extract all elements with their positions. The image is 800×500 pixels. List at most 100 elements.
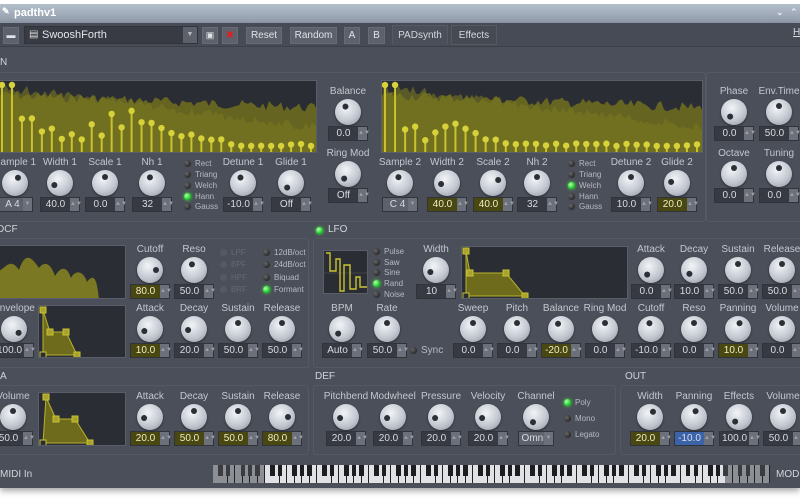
- piano-key-black[interactable]: [604, 465, 609, 476]
- sample2-harmonics-display[interactable]: [381, 80, 703, 153]
- spin-arrows-icon[interactable]: ▲▼: [527, 344, 539, 357]
- spin-arrows-icon[interactable]: ▲▼: [253, 198, 265, 211]
- spin-arrows-icon[interactable]: ▲▼: [687, 198, 699, 211]
- dcf-cutoff-spinbox[interactable]: 80.0 ▲▼: [130, 284, 172, 299]
- lfo-attack-knob[interactable]: [638, 257, 664, 283]
- piano-key-black[interactable]: [478, 465, 483, 476]
- spin-arrows-icon[interactable]: ▲▼: [661, 285, 673, 298]
- piano-key-black[interactable]: [708, 465, 713, 476]
- dcf-filter-display[interactable]: [0, 245, 126, 299]
- chevron-down-icon[interactable]: ▼: [408, 198, 417, 211]
- lfo-ringmod-spinbox[interactable]: 0.0 ▲▼: [585, 343, 627, 358]
- lfo-width-knob[interactable]: [423, 257, 449, 283]
- out-effects-knob[interactable]: [726, 404, 752, 430]
- spin-arrows-icon[interactable]: ▲▼: [789, 189, 800, 202]
- dcf-sustain-knob[interactable]: [225, 316, 251, 342]
- piano-key-black[interactable]: [485, 465, 490, 476]
- lfo-cutoff-spinbox[interactable]: -10.0 ▲▼: [631, 343, 673, 358]
- radio-shape1-welch[interactable]: Welch: [184, 180, 217, 191]
- spin-arrows-icon[interactable]: ▲▼: [744, 127, 756, 140]
- gen-scale1-knob[interactable]: [92, 170, 118, 196]
- dca-decay-spinbox[interactable]: 50.0 ▲▼: [174, 431, 216, 446]
- radio-dcf-slope-biquad[interactable]: Biquad: [263, 272, 299, 283]
- piano-key-black[interactable]: [738, 465, 743, 476]
- piano-key-black[interactable]: [433, 465, 438, 476]
- gen-detune1-spinbox[interactable]: -10.0 ▲▼: [223, 197, 265, 212]
- gen-nh2-spinbox[interactable]: 32 ▲▼: [517, 197, 559, 212]
- gen-balance-knob[interactable]: [335, 99, 361, 125]
- gen-octave-knob[interactable]: [721, 161, 747, 187]
- piano-key-black[interactable]: [322, 465, 327, 476]
- dca-attack-knob[interactable]: [137, 404, 163, 430]
- spin-arrows-icon[interactable]: ▲▼: [248, 344, 260, 357]
- lfo-cutoff-knob[interactable]: [638, 316, 664, 342]
- spin-arrows-icon[interactable]: ▲▼: [115, 198, 127, 211]
- piano-key-black[interactable]: [552, 465, 557, 476]
- spin-arrows-icon[interactable]: ▲▼: [352, 344, 364, 357]
- gen-detune1-knob[interactable]: [230, 170, 256, 196]
- piano-key-black[interactable]: [515, 465, 520, 476]
- def-pressure-spinbox[interactable]: 20.0 ▲▼: [421, 431, 463, 446]
- lfo-release-spinbox[interactable]: 50.0 ▲▼: [762, 284, 800, 299]
- gen-width1-spinbox[interactable]: 40.0 ▲▼: [40, 197, 82, 212]
- lfo-sweep-knob[interactable]: [460, 316, 486, 342]
- piano-key-black[interactable]: [396, 465, 401, 476]
- radio-def-mode-poly[interactable]: Poly: [564, 397, 591, 408]
- piano-key-black[interactable]: [663, 465, 669, 476]
- dcf-reso-spinbox[interactable]: 50.0 ▲▼: [174, 284, 216, 299]
- out-panning-knob[interactable]: [681, 404, 707, 430]
- radio-shape2-triang[interactable]: Triang: [568, 169, 601, 180]
- lfo-volume-knob[interactable]: [769, 316, 795, 342]
- spin-arrows-icon[interactable]: ▲▼: [301, 198, 313, 211]
- lfo-sustain-spinbox[interactable]: 50.0 ▲▼: [718, 284, 760, 299]
- spin-arrows-icon[interactable]: ▲▼: [397, 344, 409, 357]
- spin-arrows-icon[interactable]: ▲▼: [160, 344, 172, 357]
- dca-release-knob[interactable]: [269, 404, 295, 430]
- out-width-spinbox[interactable]: 20.0 ▲▼: [630, 431, 672, 446]
- spin-arrows-icon[interactable]: ▲▼: [451, 432, 463, 445]
- gen-octave-spinbox[interactable]: 0.0 ▲▼: [714, 188, 756, 203]
- def-pressure-knob[interactable]: [428, 404, 454, 430]
- dcf-attack-spinbox[interactable]: 10.0 ▲▼: [130, 343, 172, 358]
- spin-arrows-icon[interactable]: ▲▼: [704, 285, 716, 298]
- piano-key-black[interactable]: [686, 465, 691, 476]
- spin-arrows-icon[interactable]: ▲▼: [292, 344, 304, 357]
- sample1-harmonics-display[interactable]: [0, 80, 317, 153]
- radio-lfo-shape-noise[interactable]: Noise: [373, 289, 404, 300]
- gen-scale1-spinbox[interactable]: 0.0 ▲▼: [85, 197, 127, 212]
- lfo-waveform-display[interactable]: [323, 250, 368, 294]
- def-velocity-knob[interactable]: [475, 404, 501, 430]
- def-modwheel-spinbox[interactable]: 20.0 ▲▼: [373, 431, 415, 446]
- piano-key-black[interactable]: [745, 465, 750, 476]
- piano-key-black[interactable]: [240, 465, 245, 476]
- radio-shape1-triang[interactable]: Triang: [184, 169, 217, 180]
- piano-key-black[interactable]: [329, 465, 335, 476]
- gen-phase-knob[interactable]: [721, 99, 747, 125]
- radio-shape2-rect[interactable]: Rect: [568, 158, 595, 169]
- gen-sample2-combo[interactable]: C 4 ▼: [382, 197, 418, 212]
- piano-key-black[interactable]: [218, 465, 223, 476]
- spin-arrows-icon[interactable]: ▲▼: [358, 189, 370, 202]
- gen-ringmod-knob[interactable]: [335, 161, 361, 187]
- dcf-envelope-display[interactable]: [38, 305, 126, 358]
- dcf-attack-knob[interactable]: [137, 316, 163, 342]
- lfo-reso-knob[interactable]: [681, 316, 707, 342]
- piano-key-black[interactable]: [270, 465, 275, 476]
- gen-nh1-spinbox[interactable]: 32 ▲▼: [132, 197, 174, 212]
- radio-lfo-shape-sine[interactable]: Sine: [373, 267, 400, 278]
- dcf-release-knob[interactable]: [269, 316, 295, 342]
- spin-arrows-icon[interactable]: ▲▼: [70, 198, 82, 211]
- dca-envelope-display[interactable]: [38, 392, 126, 446]
- spin-arrows-icon[interactable]: ▲▼: [641, 198, 653, 211]
- spin-arrows-icon[interactable]: ▲▼: [403, 432, 415, 445]
- piano-key-black[interactable]: [723, 465, 728, 476]
- chevron-down-icon[interactable]: ▼: [544, 432, 553, 445]
- dcf-decay-spinbox[interactable]: 20.0 ▲▼: [174, 343, 216, 358]
- def-pitchbend-spinbox[interactable]: 20.0 ▲▼: [326, 431, 368, 446]
- spin-arrows-icon[interactable]: ▲▼: [704, 432, 716, 445]
- lfo-attack-spinbox[interactable]: 0.0 ▲▼: [631, 284, 673, 299]
- radio-dcf-type-hpf[interactable]: HPF: [220, 272, 247, 283]
- spin-arrows-icon[interactable]: ▲▼: [248, 432, 260, 445]
- dca-volume-knob[interactable]: [0, 404, 26, 430]
- gen-envtime-knob[interactable]: [766, 99, 792, 125]
